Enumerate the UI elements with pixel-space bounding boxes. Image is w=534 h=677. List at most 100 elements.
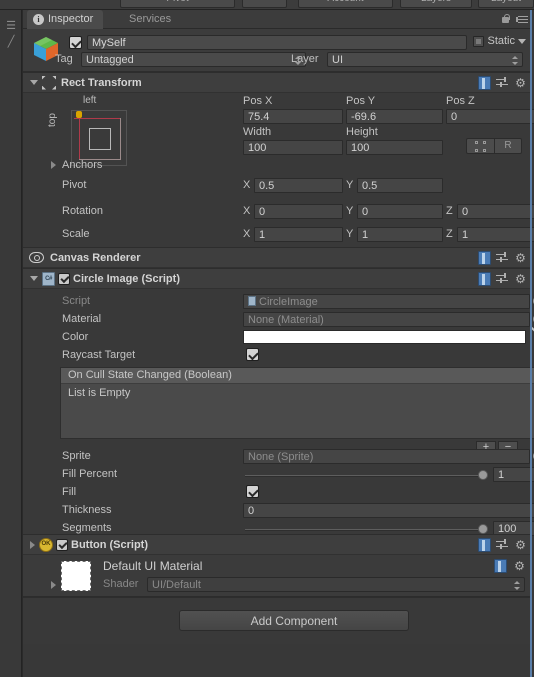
sprite-label: Sprite (62, 450, 91, 462)
toolbar-button-layers[interactable]: Layers (400, 0, 472, 8)
pos-y-input[interactable]: -69.6 (346, 109, 443, 124)
script-object-field[interactable]: CircleImage (243, 294, 530, 309)
script-asset-icon (248, 296, 256, 306)
rotation-x-input[interactable]: 0 (254, 204, 343, 219)
help-icon[interactable] (478, 272, 491, 286)
lock-icon[interactable] (501, 13, 510, 24)
help-icon[interactable] (478, 538, 491, 552)
component-title: Button (Script) (71, 538, 148, 551)
fill-percent-slider-knob[interactable] (478, 470, 488, 480)
fill-checkbox[interactable] (246, 485, 259, 498)
dropdown-arrows-icon (512, 55, 519, 66)
toolbar-button-gizmo[interactable] (242, 0, 287, 8)
raycast-target-checkbox[interactable] (246, 348, 259, 361)
foldout-arrow-icon[interactable] (30, 540, 35, 549)
fill-percent-slider-track[interactable] (245, 475, 485, 477)
tag-layer-row: Tag Untagged Layer UI (23, 52, 532, 70)
toolbar-button-layout[interactable]: Layout (478, 0, 534, 8)
pos-z-input[interactable]: 0 (446, 109, 534, 124)
help-icon[interactable] (494, 559, 507, 573)
thickness-label: Thickness (62, 504, 112, 516)
pivot-y-input[interactable]: 0.5 (357, 178, 443, 193)
pos-y-header: Pos Y (346, 95, 376, 107)
blueprint-grid-icon (475, 141, 486, 152)
rotation-z-input[interactable]: 0 (457, 204, 534, 219)
rotation-y-axis-label: Y (346, 205, 354, 217)
pivot-x-input[interactable]: 0.5 (254, 178, 343, 193)
gear-icon[interactable]: ⚙ (513, 560, 526, 573)
color-swatch[interactable] (243, 330, 526, 344)
component-header-button[interactable]: OK Button (Script) ⚙ (23, 534, 532, 555)
csharp-script-icon: C# (42, 271, 55, 286)
gear-icon[interactable]: ⚙ (514, 273, 527, 286)
width-input[interactable]: 100 (243, 140, 343, 155)
fill-percent-label: Fill Percent (62, 468, 118, 480)
preset-icon[interactable] (496, 76, 509, 90)
scale-x-input[interactable]: 1 (254, 227, 343, 242)
anchors-foldout-row[interactable]: Anchors (23, 157, 532, 175)
material-row: Material None (Material) (23, 311, 534, 329)
static-toggle[interactable]: Static (473, 35, 526, 47)
gameobject-enabled-checkbox[interactable] (69, 36, 82, 49)
kebab-menu-icon[interactable] (516, 14, 528, 24)
component-actions: ⚙ (478, 272, 527, 286)
rotation-y-input[interactable]: 0 (357, 204, 443, 219)
anchor-vertical-line (79, 113, 80, 159)
component-enabled-checkbox[interactable] (58, 272, 70, 285)
gear-icon[interactable]: ⚙ (514, 252, 527, 265)
button-component-icon: OK (39, 537, 53, 552)
toolbar-button-pivot[interactable]: Pivot (120, 0, 235, 8)
tab-services-label: Services (129, 13, 172, 25)
foldout-arrow-icon[interactable] (51, 161, 56, 169)
gear-icon[interactable]: ⚙ (514, 539, 527, 552)
segments-slider-track[interactable] (245, 529, 485, 531)
gameobject-name-input[interactable]: MySelf (87, 35, 467, 50)
strip-menu-icon[interactable]: ☰ (3, 18, 19, 34)
scale-y-axis-label: Y (346, 228, 354, 240)
tag-dropdown[interactable]: Untagged (81, 52, 306, 67)
pos-x-header: Pos X (243, 95, 273, 107)
strip-brush-icon[interactable]: ╱ (3, 34, 19, 50)
preset-icon[interactable] (496, 272, 509, 286)
dropdown-arrows-icon (514, 580, 521, 591)
tab-inspector[interactable]: i Inspector (27, 10, 104, 29)
component-enabled-checkbox[interactable] (56, 538, 68, 551)
foldout-arrow-icon[interactable] (30, 80, 38, 85)
component-header-circle-image[interactable]: C# Circle Image (Script) ⚙ (23, 268, 532, 289)
toolbar-button-account[interactable]: Account (298, 0, 393, 8)
preset-icon[interactable] (496, 538, 509, 552)
segments-slider-knob[interactable] (478, 524, 488, 534)
component-header-canvas-renderer[interactable]: Canvas Renderer ⚙ (23, 247, 532, 268)
static-checkbox[interactable] (473, 35, 485, 47)
add-component-button[interactable]: Add Component (179, 610, 409, 631)
gameobject-header: MySelf Static Tag Untagged Layer UI (23, 29, 532, 72)
eye-icon (29, 252, 44, 263)
foldout-arrow-icon[interactable] (30, 276, 38, 281)
height-input[interactable]: 100 (346, 140, 443, 155)
raw-edit-mode-button[interactable]: R (494, 138, 522, 154)
thickness-row: Thickness 0 (23, 502, 534, 520)
scale-z-input[interactable]: 1 (457, 227, 534, 242)
blueprint-mode-button[interactable] (466, 138, 494, 154)
thickness-input[interactable]: 0 (243, 503, 534, 518)
chevron-down-icon[interactable] (518, 38, 526, 44)
foldout-arrow-icon[interactable] (51, 581, 56, 589)
gear-icon[interactable]: ⚙ (514, 77, 527, 90)
material-name-label: Default UI Material (103, 559, 203, 573)
fill-label: Fill (62, 486, 77, 498)
material-object-field[interactable]: None (Material) (243, 312, 530, 327)
sprite-object-field[interactable]: None (Sprite) (243, 449, 530, 464)
color-row: Color (23, 326, 534, 347)
anchor-top-label: top (47, 113, 58, 127)
layer-dropdown[interactable]: UI (327, 52, 523, 67)
shader-dropdown[interactable]: UI/Default (147, 577, 525, 592)
tab-services[interactable]: Services (123, 10, 181, 29)
help-icon[interactable] (478, 76, 491, 90)
component-header-rect-transform[interactable]: Rect Transform ⚙ (23, 72, 532, 93)
scale-y-input[interactable]: 1 (357, 227, 443, 242)
preset-icon[interactable] (496, 251, 509, 265)
fill-percent-input[interactable]: 1 (493, 467, 534, 482)
pos-x-input[interactable]: 75.4 (243, 109, 343, 124)
scale-label: Scale (62, 228, 90, 240)
help-icon[interactable] (478, 251, 491, 265)
